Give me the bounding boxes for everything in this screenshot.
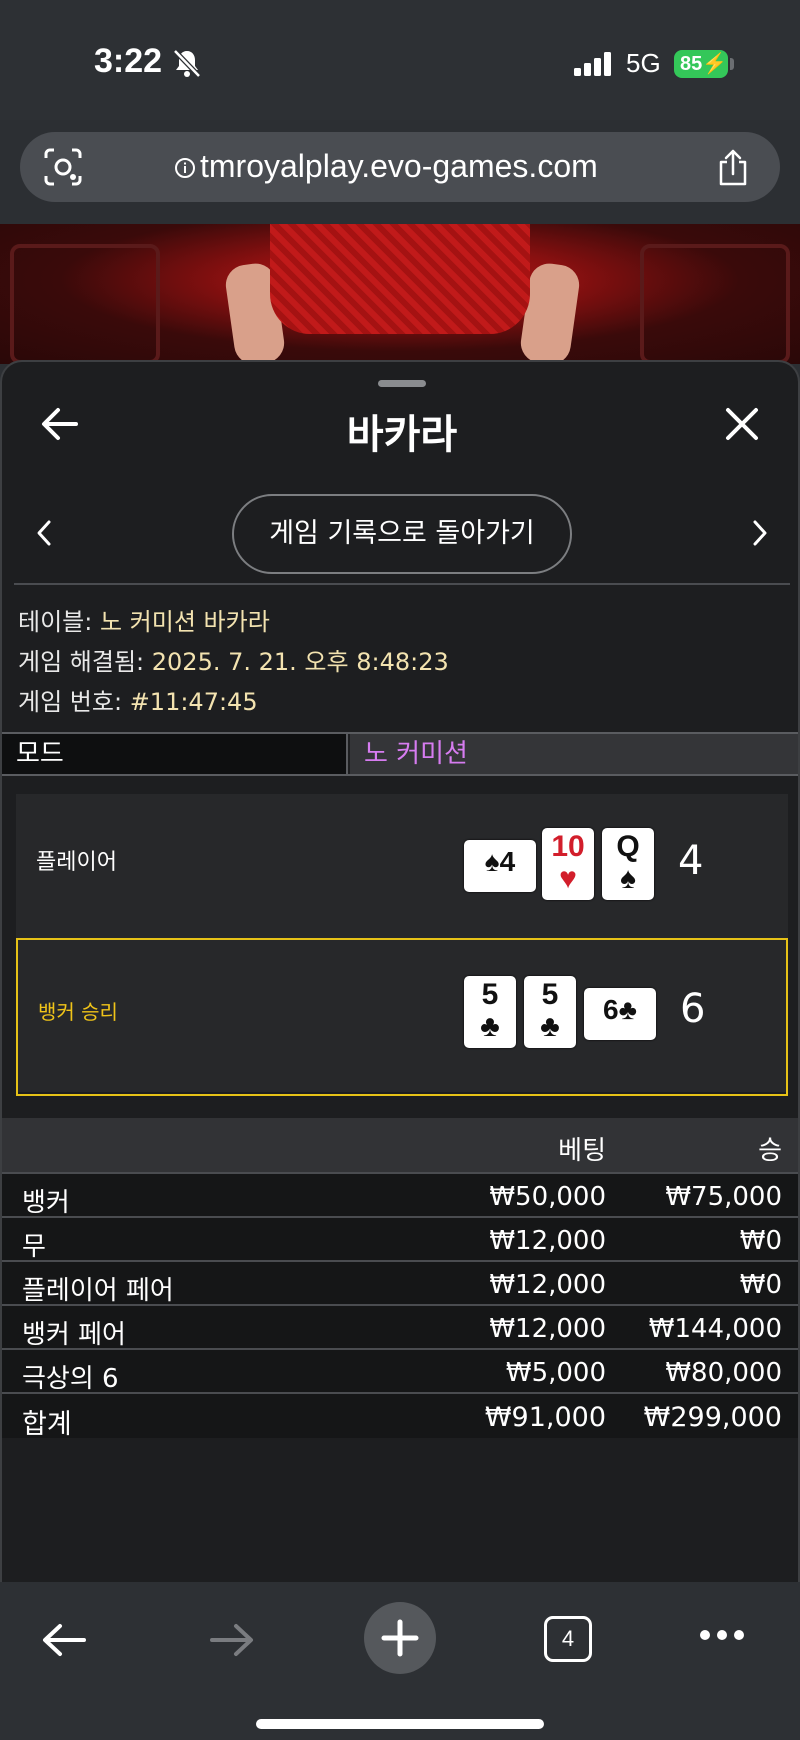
close-icon[interactable] <box>724 406 760 442</box>
banker-card-1-rank: 5 <box>481 978 499 1011</box>
total-win: ₩299,000 <box>643 1402 782 1433</box>
banker-card-3: 6♣ <box>584 988 656 1040</box>
cell-signal-icon <box>574 52 611 76</box>
player-card-3: Q ♠ <box>602 828 654 900</box>
banker-hand-row: 뱅커 승리 5 ♣ 5 ♣ 6♣ 6 <box>16 938 788 1096</box>
mode-row: 모드 노 커미션 <box>2 732 798 776</box>
game-number-label: 게임 번호: <box>18 688 123 716</box>
table-row: 뱅커 페어 ₩12,000 ₩144,000 <box>2 1306 798 1350</box>
bet-name: 플레이어 페어 <box>22 1276 174 1306</box>
total-bet: ₩91,000 <box>484 1402 606 1433</box>
total-row: 합계 ₩91,000 ₩299,000 <box>2 1394 798 1440</box>
total-label: 합계 <box>22 1409 72 1440</box>
divider <box>14 583 790 585</box>
address-bar[interactable]: tmroyalplay.evo-games.com <box>20 132 780 202</box>
url-text[interactable]: tmroyalplay.evo-games.com <box>200 148 598 185</box>
table-label: 테이블: <box>18 608 93 636</box>
resolved-label: 게임 해결됨: <box>18 648 145 676</box>
win-amount: ₩0 <box>739 1270 782 1300</box>
next-game-chevron-icon[interactable] <box>750 518 770 548</box>
share-icon[interactable] <box>716 148 750 188</box>
browser-forward-icon[interactable] <box>208 1620 256 1660</box>
decor-window-right <box>640 244 790 364</box>
more-options-icon[interactable] <box>698 1628 746 1642</box>
mode-value: 노 커미션 <box>350 734 798 774</box>
decor-window-left <box>10 244 160 364</box>
win-amount: ₩0 <box>739 1226 782 1256</box>
sheet-title: 바카라 <box>346 412 458 458</box>
bet-amount: ₩5,000 <box>505 1358 606 1388</box>
game-number-info: 게임 번호: #11:47:45 <box>18 682 258 717</box>
player-card-3-suit: ♠ <box>620 862 636 895</box>
player-card-3-rank: Q <box>616 830 640 863</box>
back-to-history-button[interactable]: 게임 기록으로 돌아가기 <box>232 494 572 574</box>
network-type: 5G <box>626 48 661 78</box>
table-info: 테이블: 노 커미션 바카라 <box>18 602 270 637</box>
bet-name: 뱅커 페어 <box>22 1320 126 1350</box>
bet-name: 극상의 6 <box>22 1364 119 1394</box>
table-row: 플레이어 페어 ₩12,000 ₩0 <box>2 1262 798 1306</box>
banker-card-2: 5 ♣ <box>524 976 576 1048</box>
battery-level: 85 <box>680 53 703 75</box>
banker-card-3-face: 6♣ <box>603 994 637 1025</box>
player-card-2-rank: 10 <box>551 830 585 863</box>
bet-column-header: 베팅 <box>558 1136 606 1166</box>
browser-back-icon[interactable] <box>40 1620 88 1660</box>
bet-name: 뱅커 <box>22 1188 70 1218</box>
bet-amount: ₩12,000 <box>489 1270 606 1300</box>
mode-label: 모드 <box>2 734 348 774</box>
win-amount: ₩75,000 <box>665 1182 782 1212</box>
status-time: 3:22 <box>94 42 163 80</box>
new-tab-button[interactable] <box>364 1602 436 1674</box>
game-number-value: #11:47:45 <box>129 688 258 716</box>
battery-tip <box>730 58 734 70</box>
win-amount: ₩144,000 <box>648 1314 782 1344</box>
status-bar: 3:22 5G 85⚡ <box>0 0 800 120</box>
win-amount: ₩80,000 <box>665 1358 782 1388</box>
win-column-header: 승 <box>758 1136 782 1166</box>
player-card-2: 10 ♥ <box>542 828 594 900</box>
table-row: 뱅커 ₩50,000 ₩75,000 <box>2 1174 798 1218</box>
camera-lens-icon[interactable] <box>44 148 82 186</box>
live-video-feed <box>0 224 800 364</box>
battery-indicator: 85⚡ <box>674 50 728 78</box>
banker-win-label: 뱅커 승리 <box>38 1000 118 1024</box>
table-value: 노 커미션 바카라 <box>99 608 270 636</box>
bet-amount: ₩12,000 <box>489 1226 606 1256</box>
browser-toolbar: 4 <box>0 1582 800 1740</box>
player-hand-row: 플레이어 ♠4 10 ♥ Q ♠ 4 <box>16 794 788 934</box>
bet-table-header: 베팅 승 <box>2 1118 798 1174</box>
player-card-2-suit: ♥ <box>559 862 577 895</box>
player-card-1: ♠4 <box>464 840 536 892</box>
banker-card-1: 5 ♣ <box>464 976 516 1048</box>
round-result: 플레이어 ♠4 10 ♥ Q ♠ 4 뱅커 승리 5 ♣ 5 ♣ 6♣ 6 <box>16 794 788 1096</box>
site-info-icon[interactable] <box>174 157 196 179</box>
charging-icon: ⚡ <box>702 53 728 75</box>
table-row: 무 ₩12,000 ₩0 <box>2 1218 798 1262</box>
silent-bell-icon <box>173 49 201 78</box>
player-score: 4 <box>678 838 704 884</box>
bet-amount: ₩12,000 <box>489 1314 606 1344</box>
resolved-value: 2025. 7. 21. 오후 8:48:23 <box>151 648 449 676</box>
bet-table: 베팅 승 뱅커 ₩50,000 ₩75,000 무 ₩12,000 ₩0 플레이… <box>2 1118 798 1440</box>
banker-score: 6 <box>680 986 706 1032</box>
tab-switcher-button[interactable]: 4 <box>544 1616 592 1662</box>
previous-game-chevron-icon[interactable] <box>34 518 54 548</box>
table-row: 극상의 6 ₩5,000 ₩80,000 <box>2 1350 798 1394</box>
player-label: 플레이어 <box>36 850 117 875</box>
plus-icon <box>381 1619 419 1657</box>
sheet-drag-handle[interactable] <box>378 380 426 387</box>
bet-name: 무 <box>22 1232 46 1262</box>
banker-card-2-rank: 5 <box>541 978 559 1011</box>
bet-amount: ₩50,000 <box>489 1182 606 1212</box>
resolved-info: 게임 해결됨: 2025. 7. 21. 오후 8:48:23 <box>18 642 449 677</box>
home-indicator[interactable] <box>256 1719 544 1729</box>
banker-card-1-suit: ♣ <box>480 1010 500 1043</box>
game-history-sheet: 바카라 게임 기록으로 돌아가기 테이블: 노 커미션 바카라 게임 해결됨: … <box>0 360 800 1582</box>
banker-card-2-suit: ♣ <box>540 1010 560 1043</box>
dealer-dress <box>270 224 530 334</box>
player-card-1-face: ♠4 <box>484 846 516 877</box>
